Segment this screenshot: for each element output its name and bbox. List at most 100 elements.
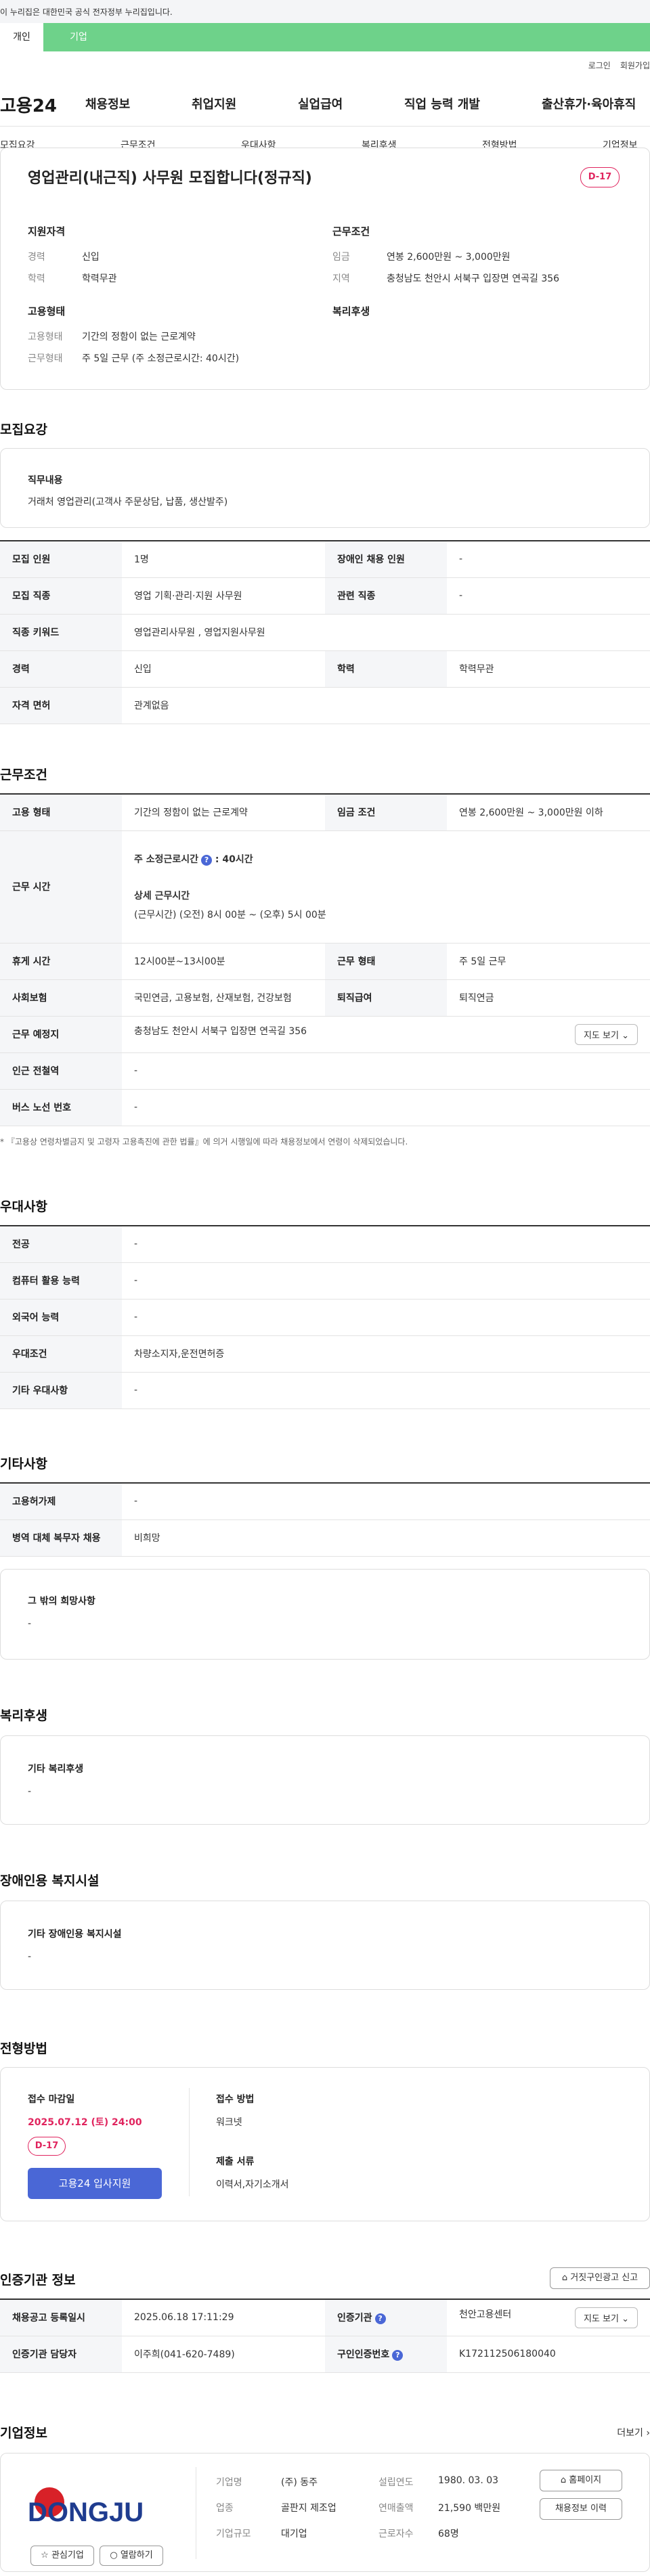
- cell-key: 임금 조건: [325, 794, 447, 831]
- wage-value: 연봉 2,600만원 ~ 3,000만원: [387, 252, 511, 263]
- etc-box-value: -: [28, 1618, 32, 1629]
- founded-key: 설립연도: [378, 2477, 414, 2488]
- view-button[interactable]: ○ 열람하기: [100, 2546, 163, 2566]
- gnb-parental-leave[interactable]: 출산휴가·육아휴직: [542, 95, 636, 112]
- site-logo[interactable]: 고용24: [0, 92, 57, 117]
- signup-link[interactable]: 회원가입: [620, 61, 650, 70]
- cell-key: 근무 예정지: [0, 1016, 122, 1053]
- section-title-pref: 우대사항: [0, 1199, 47, 1214]
- cell-key: 우대조건: [0, 1335, 122, 1373]
- edu-value: 학력무관: [82, 273, 117, 284]
- hours-detail-title: 상세 근무시간: [134, 891, 190, 902]
- more-link-label: 더보기: [617, 2428, 643, 2439]
- method-key: 접수 방법: [216, 2094, 255, 2105]
- more-link[interactable]: 더보기 ›: [617, 2426, 650, 2439]
- cert-agency-key: 인증기관: [337, 2313, 372, 2324]
- info-icon[interactable]: ?: [201, 855, 213, 866]
- edu-key: 학력: [28, 273, 45, 284]
- cell-value: 기간의 정함이 없는 근로계약: [122, 794, 325, 831]
- table-row: 버스 노선 번호 -: [0, 1089, 650, 1126]
- map-button[interactable]: 지도 보기 ⌄: [574, 2307, 638, 2328]
- gnb-jobs[interactable]: 채용정보: [85, 95, 130, 112]
- table-row: 직종 키워드 영업관리사무원 , 영업지원사무원: [0, 614, 650, 651]
- cell-value: 비희망: [122, 1519, 650, 1557]
- place-cell: 충청남도 천안시 서북구 입장면 연곡길 356 지도 보기 ⌄: [122, 1016, 650, 1053]
- cell-key: 퇴직급여: [325, 979, 447, 1017]
- place-value: 충청남도 천안시 서북구 입장면 연곡길 356: [134, 1025, 307, 1037]
- disabled-box: 기타 장애인용 복지시설 -: [0, 1901, 650, 1990]
- deadline-value: 2025.07.12 (토) 24:00: [28, 2117, 142, 2128]
- cell-key: 근무 형태: [325, 943, 447, 980]
- cell-value: 차량소지자,운전면허증: [122, 1335, 650, 1373]
- area-key: 지역: [332, 273, 350, 284]
- revenue-key: 연매출액: [378, 2503, 414, 2514]
- favorite-button[interactable]: ☆ 관심기업: [30, 2546, 94, 2566]
- cell-key: 사회보험: [0, 979, 122, 1017]
- cell-key: 모집 직종: [0, 577, 122, 615]
- map-button[interactable]: 지도 보기 ⌄: [574, 1023, 638, 1045]
- cell-value: -: [447, 577, 650, 615]
- company-name-value: (주) 동주: [281, 2477, 318, 2488]
- map-button-label: 지도 보기: [583, 2313, 619, 2324]
- size-value: 대기업: [281, 2529, 307, 2539]
- apply-button[interactable]: 고용24 입사지원: [28, 2168, 162, 2199]
- pref-table: 전공 - 컴퓨터 활용 능력 - 외국어 능력 - 우대조건 차량소지자,운전면허증 기…: [0, 1225, 650, 1409]
- homepage-button-label: 홈페이지: [569, 2475, 602, 2485]
- circle-icon: ○: [110, 2550, 118, 2560]
- table-row: 모집 인원 1명 장애인 채용 인원 -: [0, 541, 650, 578]
- welfare-box-title: 기타 복리후생: [28, 1764, 84, 1775]
- cell-value: 퇴직연금: [447, 979, 650, 1017]
- employees-key: 근로자수: [378, 2529, 414, 2539]
- table-row: 외국어 능력 -: [0, 1299, 650, 1336]
- info-icon[interactable]: ?: [374, 2313, 386, 2325]
- cell-value: 관계없음: [122, 687, 650, 724]
- gnb-unemployment[interactable]: 실업급여: [298, 95, 343, 112]
- gnb-employment-support[interactable]: 취업지원: [192, 95, 236, 112]
- cell-key: 전공: [0, 1226, 122, 1263]
- type-value: 기간의 정함이 없는 근로계약: [82, 332, 196, 342]
- chevron-down-icon: ⌄: [622, 1030, 629, 1041]
- cell-value: -: [122, 1262, 650, 1300]
- cell-key: 자격 면허: [0, 687, 122, 724]
- wage-key: 임금: [332, 252, 350, 263]
- etc-box: 그 밖의 희망사항 -: [0, 1569, 650, 1660]
- info-icon[interactable]: ?: [392, 2350, 404, 2361]
- cell-key: 모집 인원: [0, 541, 122, 578]
- cell-key: 근무 시간: [0, 830, 122, 943]
- cell-key: 인근 전철역: [0, 1052, 122, 1090]
- emp-title: 고용형태: [28, 305, 66, 317]
- cond-title: 근무조건: [332, 225, 370, 238]
- company-logo-text: DONGJU: [28, 2497, 144, 2527]
- cell-value: 이주희(041-620-7489): [122, 2336, 325, 2373]
- history-button[interactable]: 채용정보 이력: [540, 2498, 622, 2520]
- company-name-key: 기업명: [216, 2477, 242, 2488]
- login-link[interactable]: 로그인: [588, 61, 611, 70]
- section-title-welfare: 복리후생: [0, 1708, 47, 1723]
- cell-key: 외국어 능력: [0, 1299, 122, 1336]
- tab-business[interactable]: 기업: [45, 23, 112, 51]
- cell-value: -: [122, 1483, 650, 1520]
- work-table: 고용 형태 기간의 정함이 없는 근로계약 임금 조건 연봉 2,600만원 ~ 3,…: [0, 793, 650, 1126]
- form-value: 주 5일 근무 (주 소정근로시간: 40시간): [82, 353, 240, 364]
- homepage-button[interactable]: ⌂ 홈페이지: [540, 2470, 622, 2491]
- cell-value: 2025.06.18 17:11:29: [122, 2299, 325, 2336]
- hours-weekly-value: : 40시간: [215, 854, 253, 865]
- table-row: 채용공고 등록일시 2025.06.18 17:11:29 인증기관? 천안고용센터 지…: [0, 2299, 650, 2336]
- welfare-box: 기타 복리후생 -: [0, 1735, 650, 1825]
- table-row: 고용 형태 기간의 정함이 없는 근로계약 임금 조건 연봉 2,600만원 ~ 3,…: [0, 794, 650, 831]
- table-row: 인근 전철역 -: [0, 1052, 650, 1090]
- cell-key: 인증기관?: [325, 2299, 447, 2336]
- report-button-label: 거짓구인광고 신고: [570, 2273, 638, 2283]
- section-title-cert: 인증기관 정보: [0, 2273, 76, 2288]
- cell-value: -: [122, 1372, 650, 1409]
- table-row: 근무 예정지 충청남도 천안시 서북구 입장면 연곡길 356 지도 보기 ⌄: [0, 1016, 650, 1053]
- report-button[interactable]: ⌂ 거짓구인광고 신고: [550, 2267, 650, 2289]
- gnb-training[interactable]: 직업 능력 개발: [404, 95, 480, 112]
- favorite-button-label: 관심기업: [51, 2550, 84, 2560]
- cell-key: 병역 대체 복무자 채용: [0, 1519, 122, 1557]
- table-row: 휴게 시간 12시00분~13시00분 근무 형태 주 5일 근무: [0, 943, 650, 980]
- recruit-table: 모집 인원 1명 장애인 채용 인원 - 모집 직종 영업 기획·관리·지원 사무원 관련…: [0, 540, 650, 724]
- disabled-box-value: -: [28, 1951, 32, 1962]
- tab-personal[interactable]: 개인: [0, 23, 43, 51]
- req-title: 지원자격: [28, 225, 66, 238]
